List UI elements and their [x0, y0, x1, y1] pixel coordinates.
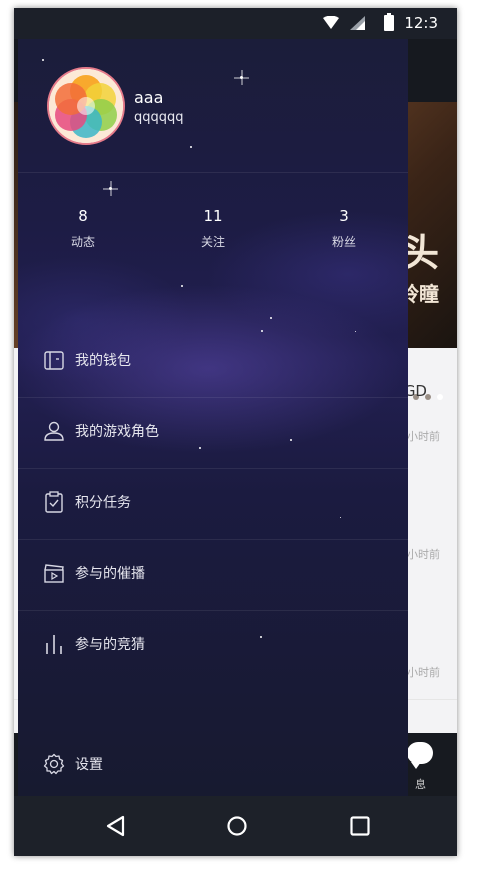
divider	[18, 172, 408, 173]
menu-label: 参与的催播	[75, 566, 145, 582]
chat-icon[interactable]	[407, 742, 433, 769]
wallet-icon	[44, 351, 64, 370]
stat-following[interactable]: 11 关注	[173, 207, 253, 250]
profile-subtitle: qqqqqq	[134, 110, 184, 125]
back-icon[interactable]	[102, 812, 130, 840]
menu-item-point-tasks[interactable]: 积分任务	[18, 468, 408, 538]
bg-list-time: 小时前	[407, 430, 440, 443]
stat-posts[interactable]: 8 动态	[43, 207, 123, 250]
star-sparkle	[240, 76, 243, 79]
avatar[interactable]	[47, 67, 125, 145]
clock: 12:3	[404, 14, 438, 32]
stat-label: 动态	[70, 235, 95, 249]
star	[42, 59, 44, 61]
menu-label: 积分任务	[75, 495, 131, 511]
menu-label: 我的钱包	[75, 353, 131, 369]
wifi-icon	[323, 16, 339, 29]
clipboard-check-icon	[45, 491, 63, 513]
phone-screen: 12:3 头 玲瞳 GD 小时前 小时前 小时前 息 aaa qqqqqq 8 …	[14, 8, 457, 856]
system-nav-bar	[14, 796, 457, 856]
menu-item-predictions[interactable]: 参与的竞猜	[18, 610, 408, 680]
signal-icon	[350, 16, 365, 30]
star	[181, 285, 183, 287]
menu-item-game-roles[interactable]: 我的游戏角色	[18, 397, 408, 467]
pager-dot-active	[437, 394, 443, 400]
person-icon	[44, 421, 64, 441]
bg-list-time: 小时前	[407, 548, 440, 561]
stat-count: 8	[78, 207, 88, 225]
menu-item-settings[interactable]: 设置	[18, 730, 408, 796]
bg-tab-label: 息	[415, 778, 426, 791]
menu-label: 参与的竞猜	[75, 637, 145, 653]
stat-count: 11	[203, 207, 223, 225]
star-sparkle	[109, 187, 112, 190]
menu-label: 设置	[75, 757, 103, 773]
clapperboard-icon	[44, 564, 64, 583]
bg-list-time: 小时前	[407, 666, 440, 679]
menu-item-wallet[interactable]: 我的钱包	[18, 326, 408, 396]
recents-icon[interactable]	[346, 812, 374, 840]
gear-icon	[43, 753, 65, 775]
status-bar: 12:3	[14, 8, 457, 39]
star	[270, 317, 272, 319]
menu-label: 我的游戏角色	[75, 424, 159, 440]
navigation-drawer: aaa qqqqqq 8 动态 11 关注 3 粉丝 我的钱包 我的游戏角色 积…	[18, 39, 408, 796]
stat-count: 3	[339, 207, 349, 225]
star	[190, 146, 192, 148]
stat-label: 关注	[200, 235, 225, 249]
stat-fans[interactable]: 3 粉丝	[304, 207, 384, 250]
avatar-image	[49, 69, 123, 143]
home-icon[interactable]	[223, 812, 251, 840]
profile-name: aaa	[134, 88, 164, 107]
menu-item-broadcast-requests[interactable]: 参与的催播	[18, 539, 408, 609]
stat-label: 粉丝	[331, 235, 356, 249]
battery-icon	[384, 13, 394, 31]
bar-chart-icon	[46, 635, 62, 654]
